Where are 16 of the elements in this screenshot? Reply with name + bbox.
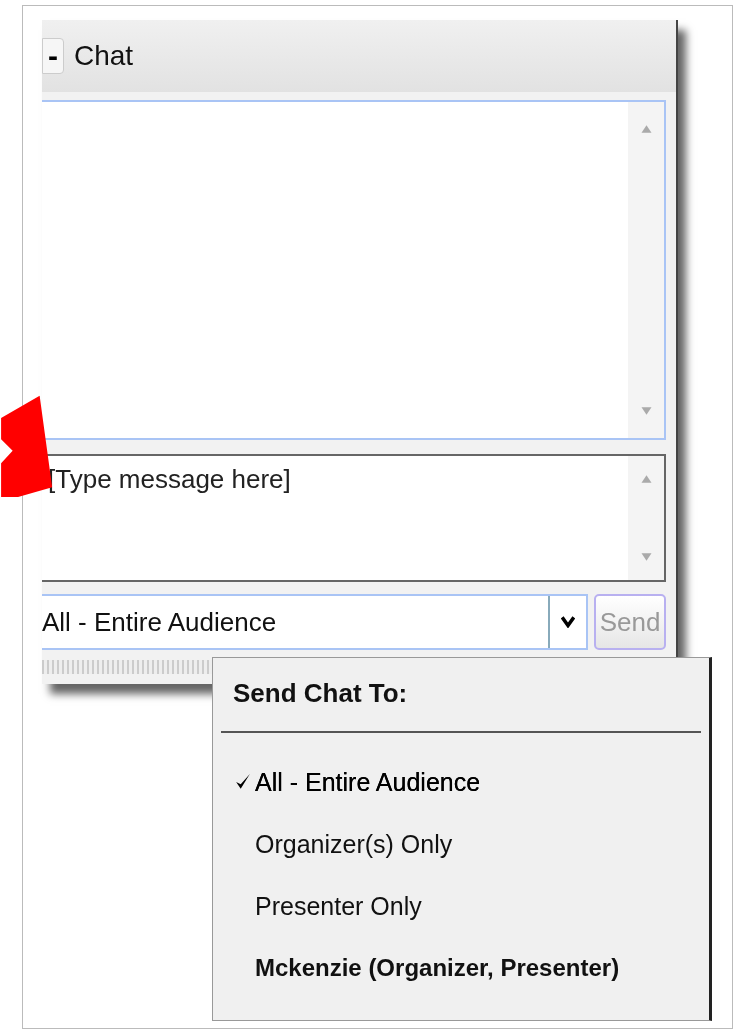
scroll-down-icon[interactable] bbox=[639, 406, 653, 416]
caret-icon[interactable] bbox=[561, 616, 575, 628]
scroll-down-icon[interactable] bbox=[639, 552, 653, 562]
scroll-up-icon[interactable] bbox=[639, 124, 653, 134]
collapse-button[interactable]: - bbox=[42, 38, 64, 74]
scroll-up-icon[interactable] bbox=[639, 474, 653, 484]
panel-title: Chat bbox=[74, 40, 134, 72]
message-field[interactable]: [Type message here] bbox=[42, 454, 666, 582]
scrollbar[interactable] bbox=[628, 456, 664, 580]
menu-item[interactable]: Mckenzie (Organizer, Presenter) bbox=[221, 937, 701, 999]
menu-item[interactable]: Presenter Only bbox=[221, 875, 701, 937]
menu-item[interactable]: Organizer(s) Only bbox=[221, 813, 701, 875]
scrollbar[interactable] bbox=[628, 102, 664, 438]
menu-title: Send Chat To: bbox=[232, 678, 409, 709]
recipient-dropdown[interactable]: All - Entire Audience bbox=[42, 594, 588, 650]
menu-item[interactable]: All - Entire Audience bbox=[221, 751, 701, 813]
